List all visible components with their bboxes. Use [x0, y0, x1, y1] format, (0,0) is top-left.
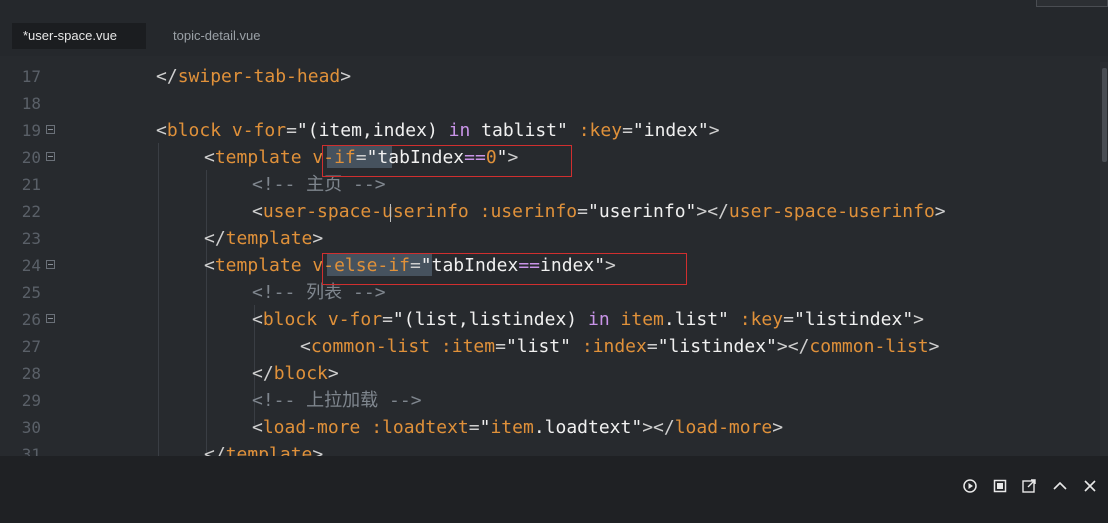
code-text: </swiper-tab-head>: [156, 66, 352, 87]
code-line-27[interactable]: 27 <common-list :item="list" :index="lis…: [0, 333, 1100, 360]
highlight-box-v-if: [322, 145, 572, 177]
line-number: 20: [21, 148, 41, 167]
window-control-strip[interactable]: [1036, 0, 1108, 7]
line-number: 26: [21, 310, 41, 329]
stop-icon[interactable]: [992, 478, 1008, 494]
run-icon[interactable]: [962, 478, 978, 494]
line-number: 19: [21, 121, 41, 140]
highlight-box-v-else-if: [322, 253, 687, 285]
code-line-23[interactable]: 23 </template>: [0, 225, 1100, 252]
code-line-18[interactable]: 18: [0, 90, 1100, 117]
line-number: 21: [21, 175, 41, 194]
code-line-17[interactable]: 17 </swiper-tab-head>: [0, 63, 1100, 90]
code-line-29[interactable]: 29 <!-- 上拉加载 -->: [0, 387, 1100, 414]
fold-toggle-icon[interactable]: [46, 125, 55, 134]
bottom-panel-bar: [0, 456, 1108, 523]
fold-toggle-icon[interactable]: [46, 152, 55, 161]
line-number: 30: [21, 418, 41, 437]
tab-user-space-vue[interactable]: *user-space.vue: [12, 23, 146, 49]
line-number: 22: [21, 202, 41, 221]
scrollbar-thumb[interactable]: [1102, 68, 1107, 162]
collapse-up-icon[interactable]: [1052, 478, 1068, 494]
code-line-26[interactable]: 26 <block v-for="(list,listindex) in ite…: [0, 306, 1100, 333]
line-number: 23: [21, 229, 41, 248]
code-text: <load-more :loadtext="item.loadtext"></l…: [252, 417, 784, 438]
line-number: 17: [21, 67, 41, 86]
code-line-28[interactable]: 28 </block>: [0, 360, 1100, 387]
line-number: 27: [21, 337, 41, 356]
fold-toggle-icon[interactable]: [46, 260, 55, 269]
code-text: </template>: [204, 228, 324, 249]
code-text: </template>: [204, 444, 324, 456]
text-cursor: [390, 204, 391, 222]
line-number: 28: [21, 364, 41, 383]
tab-bar: *user-space.vue topic-detail.vue: [0, 0, 1108, 56]
line-number: 31: [21, 445, 41, 456]
code-line-19[interactable]: 19 <block v-for="(item,index) in tablist…: [0, 117, 1100, 144]
line-number: 24: [21, 256, 41, 275]
code-text: </block>: [252, 363, 339, 384]
code-text: <user-space-userinfo :userinfo="userinfo…: [252, 201, 946, 222]
line-number: 25: [21, 283, 41, 302]
tab-topic-detail-vue[interactable]: topic-detail.vue: [162, 23, 271, 49]
code-editor[interactable]: 17 </swiper-tab-head> 18 19 <block v-for…: [0, 62, 1108, 456]
comment-text: <!-- 上拉加载 -->: [252, 390, 422, 411]
code-text: <block v-for="(item,index) in tablist" :…: [156, 120, 720, 141]
code-line-31[interactable]: 31 </template>: [0, 441, 1100, 456]
line-number: 18: [21, 94, 41, 113]
fold-toggle-icon[interactable]: [46, 314, 55, 323]
code-line-30[interactable]: 30 <load-more :loadtext="item.loadtext">…: [0, 414, 1100, 441]
line-number: 29: [21, 391, 41, 410]
code-text: <common-list :item="list" :index="listin…: [300, 336, 940, 357]
code-text: <block v-for="(list,listindex) in item.l…: [252, 309, 925, 330]
external-icon[interactable]: [1021, 478, 1037, 494]
close-icon[interactable]: [1082, 478, 1098, 494]
code-line-22[interactable]: 22 <user-space-userinfo :userinfo="useri…: [0, 198, 1100, 225]
